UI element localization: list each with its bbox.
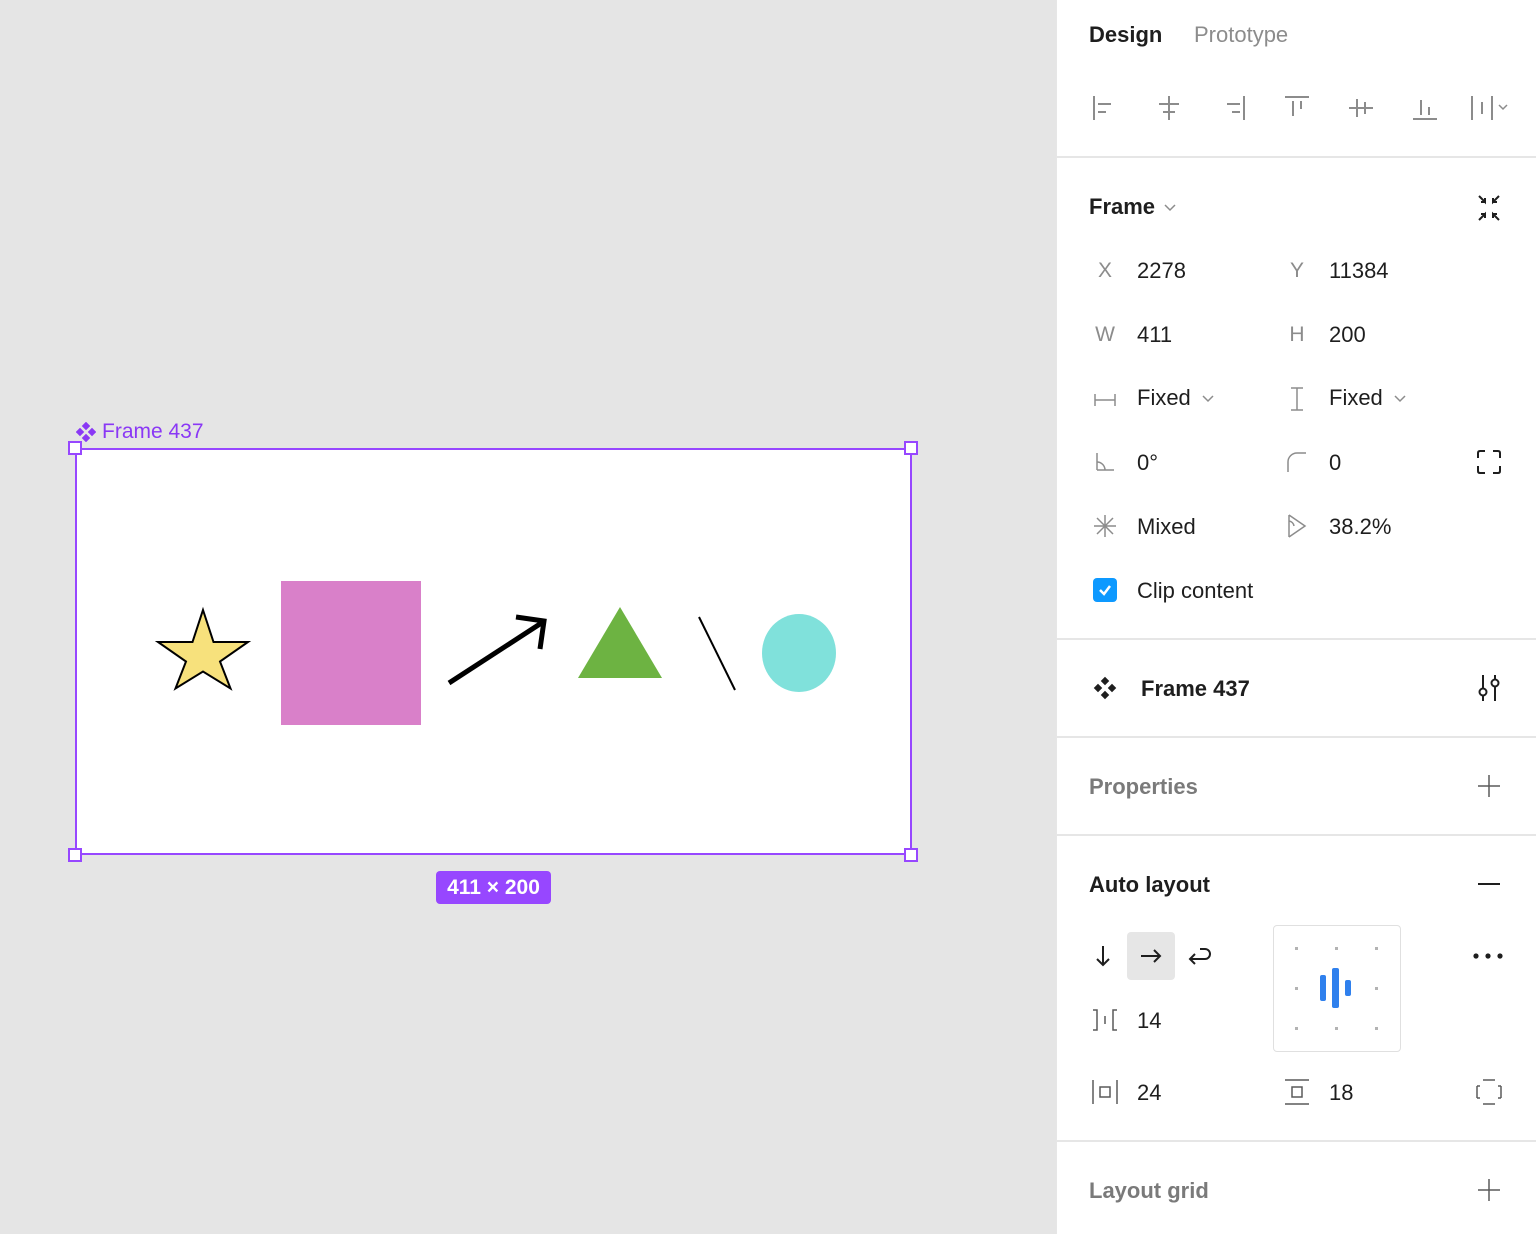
alignment-grid[interactable] <box>1273 925 1401 1052</box>
vertical-direction-button[interactable] <box>1079 932 1127 980</box>
layout-grid-section: Layout grid <box>1057 1142 1536 1234</box>
align-right-icon[interactable] <box>1215 90 1251 126</box>
horizontal-resizing-icon <box>1094 394 1116 406</box>
corner-radius-field[interactable]: 0 <box>1329 450 1341 476</box>
component-name[interactable]: Frame 437 <box>1141 676 1250 702</box>
y-label: Y <box>1289 259 1304 282</box>
ratio-icon <box>1288 514 1307 538</box>
arrow-right-icon <box>1141 949 1162 963</box>
frame-content <box>154 581 836 725</box>
center-alignment-indicator <box>1320 968 1351 1008</box>
chevron-down-icon <box>1164 204 1176 212</box>
line-shape[interactable] <box>698 616 736 691</box>
layout-grid-title: Layout grid <box>1089 1178 1209 1203</box>
clip-content-label[interactable]: Clip content <box>1137 578 1253 604</box>
corner-radius-icon <box>1287 452 1306 472</box>
frame-section: Frame X 2278 Y 11384 W 411 H 200 Fixed F… <box>1057 158 1536 640</box>
gap-field[interactable]: 14 <box>1137 1008 1161 1034</box>
design-panel: Design Prototype Frame X 2278 Y 11384 W … <box>1056 0 1536 1234</box>
vertical-padding-field[interactable]: 18 <box>1329 1080 1353 1106</box>
component-section: Frame 437 <box>1057 640 1536 738</box>
component-icon <box>1093 676 1117 700</box>
height-field[interactable]: 200 <box>1329 322 1366 348</box>
component-icon <box>76 422 96 442</box>
width-sizing-dropdown[interactable]: Fixed <box>1137 385 1215 411</box>
align-top-icon[interactable] <box>1279 90 1315 126</box>
properties-section: Properties <box>1057 738 1536 836</box>
horizontal-padding-icon <box>1092 1080 1118 1104</box>
alignment-dots <box>1295 947 1378 1030</box>
resize-handle-bottom-left[interactable] <box>68 848 82 862</box>
ratio-field[interactable]: 38.2% <box>1329 514 1391 540</box>
arrow-shape[interactable] <box>447 614 547 686</box>
w-label: W <box>1095 323 1115 346</box>
checkmark-icon <box>1099 585 1111 596</box>
mixed-icon <box>1094 515 1116 537</box>
wrap-direction-button[interactable] <box>1175 932 1223 980</box>
align-bottom-icon[interactable] <box>1407 90 1443 126</box>
frame-name-text: Frame 437 <box>102 420 204 443</box>
arrow-down-icon <box>1096 946 1110 967</box>
align-vertical-center-icon[interactable] <box>1343 90 1379 126</box>
add-layout-grid-button[interactable] <box>1473 1174 1505 1206</box>
vertical-padding-icon <box>1285 1079 1309 1105</box>
component-properties-icon[interactable] <box>1473 672 1505 704</box>
x-label: X <box>1097 259 1112 282</box>
triangle-shape[interactable] <box>578 607 662 678</box>
y-field[interactable]: 11384 <box>1329 258 1389 284</box>
height-sizing-value: Fixed <box>1329 385 1383 410</box>
resize-to-fit-icon[interactable] <box>1473 192 1505 224</box>
x-field[interactable]: 2278 <box>1137 258 1186 284</box>
frame-type-dropdown[interactable]: Frame <box>1089 194 1177 220</box>
tabs-align-section: Design Prototype <box>1057 0 1536 158</box>
align-left-icon[interactable] <box>1087 90 1123 126</box>
h-label: H <box>1289 323 1305 346</box>
align-horizontal-center-icon[interactable] <box>1151 90 1187 126</box>
star-shape[interactable] <box>154 606 252 691</box>
resize-handle-top-right[interactable] <box>904 441 918 455</box>
minus-icon <box>1478 883 1500 885</box>
rotation-icon <box>1096 453 1114 471</box>
horizontal-padding-field[interactable]: 24 <box>1137 1080 1161 1106</box>
circle-shape[interactable] <box>762 614 836 692</box>
independent-corners-icon[interactable] <box>1473 446 1505 478</box>
canvas[interactable]: Frame 437 411 × 200 <box>0 0 1056 1234</box>
more-options-button[interactable] <box>1468 940 1508 972</box>
chevron-down-icon <box>1394 395 1406 403</box>
mixed-field[interactable]: Mixed <box>1137 514 1196 540</box>
plus-icon <box>1478 775 1500 797</box>
remove-auto-layout-button[interactable] <box>1473 868 1505 900</box>
frame-section-title: Frame <box>1089 194 1156 219</box>
plus-icon <box>1478 1179 1500 1201</box>
square-shape[interactable] <box>281 581 421 725</box>
distribute-icon[interactable] <box>1465 90 1515 126</box>
selected-frame[interactable] <box>75 448 912 855</box>
height-sizing-dropdown[interactable]: Fixed <box>1329 385 1407 411</box>
horizontal-direction-button[interactable] <box>1127 932 1175 980</box>
vertical-resizing-icon <box>1291 387 1303 411</box>
frame-name-label[interactable]: Frame 437 <box>76 419 204 445</box>
add-property-button[interactable] <box>1473 770 1505 802</box>
wrap-icon <box>1188 948 1211 965</box>
resize-handle-bottom-right[interactable] <box>904 848 918 862</box>
ellipsis-icon <box>1473 953 1503 959</box>
properties-title: Properties <box>1089 774 1198 799</box>
width-sizing-value: Fixed <box>1137 385 1191 410</box>
chevron-down-icon <box>1202 395 1214 403</box>
width-field[interactable]: 411 <box>1137 322 1172 348</box>
tab-design[interactable]: Design <box>1089 22 1162 48</box>
rotation-field[interactable]: 0° <box>1137 450 1158 476</box>
auto-layout-title: Auto layout <box>1089 872 1210 897</box>
clip-content-checkbox[interactable] <box>1093 578 1117 602</box>
individual-padding-icon[interactable] <box>1473 1076 1505 1108</box>
size-badge: 411 × 200 <box>436 871 551 904</box>
resize-handle-top-left[interactable] <box>68 441 82 455</box>
tab-prototype[interactable]: Prototype <box>1194 22 1288 48</box>
gap-icon <box>1093 1009 1117 1031</box>
